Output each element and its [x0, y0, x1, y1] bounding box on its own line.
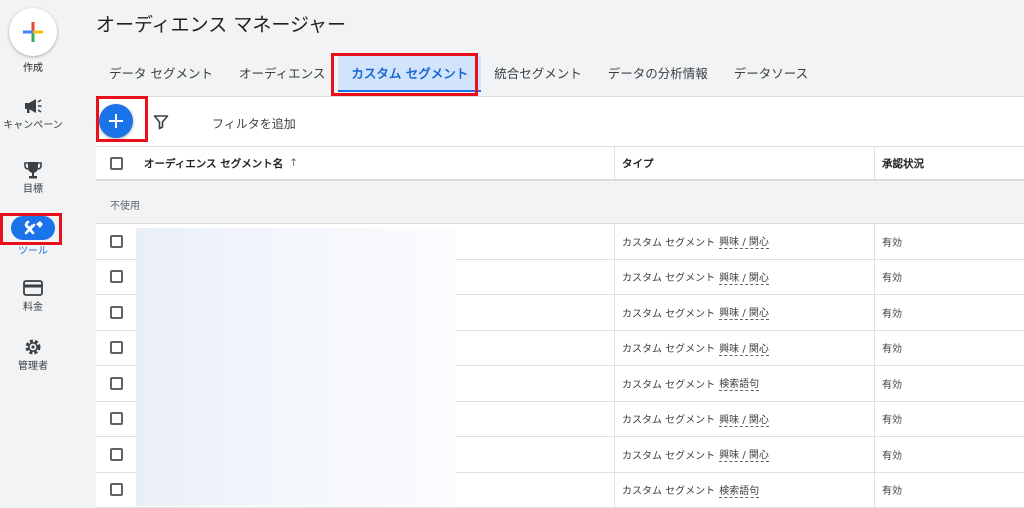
tab-data-insights[interactable]: データの分析情報: [595, 54, 721, 94]
add-filter-button[interactable]: フィルタを追加: [212, 115, 296, 132]
type-detail[interactable]: 興味 / 関心: [719, 304, 769, 320]
group-row-unused: 不使用: [96, 181, 1024, 224]
type-prefix: カスタム セグメント: [622, 411, 715, 426]
type-detail[interactable]: 興味 / 関心: [719, 269, 769, 285]
select-all-checkbox[interactable]: [110, 157, 123, 170]
row-checkbox[interactable]: [110, 306, 123, 319]
type-detail[interactable]: 興味 / 関心: [719, 233, 769, 249]
sort-ascending-icon: ↑: [289, 157, 298, 169]
type-prefix: カスタム セグメント: [622, 482, 715, 497]
tab-audiences[interactable]: オーディエンス: [226, 54, 338, 94]
status-cell: 有効: [874, 295, 1024, 330]
row-checkbox[interactable]: [110, 377, 123, 390]
status-cell: 有効: [874, 224, 1024, 259]
tab-custom-segments[interactable]: カスタム セグメント: [338, 56, 481, 92]
tab-combined-segments[interactable]: 統合セグメント: [481, 54, 595, 94]
type-cell: カスタム セグメント検索語句: [614, 366, 874, 401]
type-cell: カスタム セグメント検索語句: [614, 473, 874, 508]
row-checkbox[interactable]: [110, 235, 123, 248]
type-prefix: カスタム セグメント: [622, 340, 715, 355]
row-checkbox[interactable]: [110, 483, 123, 496]
nav-billing-label: 料金: [0, 302, 66, 314]
type-cell: カスタム セグメント興味 / 関心: [614, 437, 874, 472]
column-header-type[interactable]: タイプ: [614, 147, 874, 179]
row-checkbox[interactable]: [110, 448, 123, 461]
row-checkbox[interactable]: [110, 341, 123, 354]
page-title: オーディエンス マネージャー: [96, 10, 346, 37]
tab-data-segments[interactable]: データ セグメント: [96, 54, 226, 94]
add-segment-button[interactable]: [99, 104, 133, 138]
type-prefix: カスタム セグメント: [622, 447, 715, 462]
type-prefix: カスタム セグメント: [622, 376, 715, 391]
create-button[interactable]: [9, 8, 57, 56]
column-header-status[interactable]: 承認状況: [874, 147, 1024, 179]
status-cell: 有効: [874, 260, 1024, 295]
status-cell: 有効: [874, 331, 1024, 366]
type-detail[interactable]: 検索語句: [719, 375, 759, 391]
type-detail[interactable]: 検索語句: [719, 482, 759, 498]
status-cell: 有効: [874, 402, 1024, 437]
type-detail[interactable]: 興味 / 関心: [719, 340, 769, 356]
tab-bar: データ セグメント オーディエンス カスタム セグメント 統合セグメント データ…: [96, 52, 821, 96]
create-label: 作成: [0, 59, 66, 74]
type-prefix: カスタム セグメント: [622, 234, 715, 249]
left-nav: 作成 キャンペーン 目標 ツール: [0, 0, 66, 506]
plus-multicolor-icon: [21, 20, 45, 44]
type-detail[interactable]: 興味 / 関心: [719, 411, 769, 427]
nav-goals[interactable]: 目標: [0, 160, 66, 196]
tab-data-sources[interactable]: データソース: [721, 54, 821, 94]
nav-campaigns-label: キャンペーン: [0, 120, 66, 132]
type-cell: カスタム セグメント興味 / 関心: [614, 331, 874, 366]
nav-tools[interactable]: ツール: [0, 216, 66, 258]
column-header-name[interactable]: オーディエンス セグメント名 ↑: [144, 147, 614, 179]
row-checkbox[interactable]: [110, 270, 123, 283]
nav-tools-active-pill: [11, 216, 55, 240]
nav-goals-label: 目標: [0, 184, 66, 196]
credit-card-icon: [22, 278, 44, 298]
nav-campaigns[interactable]: キャンペーン: [0, 96, 66, 132]
type-cell: カスタム セグメント興味 / 関心: [614, 295, 874, 330]
group-label: 不使用: [110, 197, 140, 212]
type-cell: カスタム セグメント興味 / 関心: [614, 260, 874, 295]
type-cell: カスタム セグメント興味 / 関心: [614, 402, 874, 437]
status-cell: 有効: [874, 366, 1024, 401]
nav-admin-label: 管理者: [0, 361, 66, 373]
type-cell: カスタム セグメント興味 / 関心: [614, 224, 874, 259]
type-detail[interactable]: 興味 / 関心: [719, 446, 769, 462]
row-checkbox[interactable]: [110, 412, 123, 425]
megaphone-icon: [22, 96, 44, 116]
nav-billing[interactable]: 料金: [0, 278, 66, 314]
gear-icon: [22, 337, 44, 357]
filter-icon[interactable]: [153, 114, 169, 130]
plus-icon: [108, 113, 124, 129]
table-toolbar: フィルタを追加: [96, 96, 1024, 146]
type-prefix: カスタム セグメント: [622, 305, 715, 320]
column-header-name-label: オーディエンス セグメント名: [144, 156, 283, 171]
nav-tools-label: ツール: [0, 246, 66, 258]
trophy-icon: [22, 160, 44, 180]
table-header: オーディエンス セグメント名 ↑ タイプ 承認状況: [96, 146, 1024, 181]
tools-icon: [11, 216, 55, 240]
status-cell: 有効: [874, 473, 1024, 508]
nav-admin[interactable]: 管理者: [0, 337, 66, 373]
redacted-segment-names: [136, 228, 456, 506]
status-cell: 有効: [874, 437, 1024, 472]
type-prefix: カスタム セグメント: [622, 269, 715, 284]
